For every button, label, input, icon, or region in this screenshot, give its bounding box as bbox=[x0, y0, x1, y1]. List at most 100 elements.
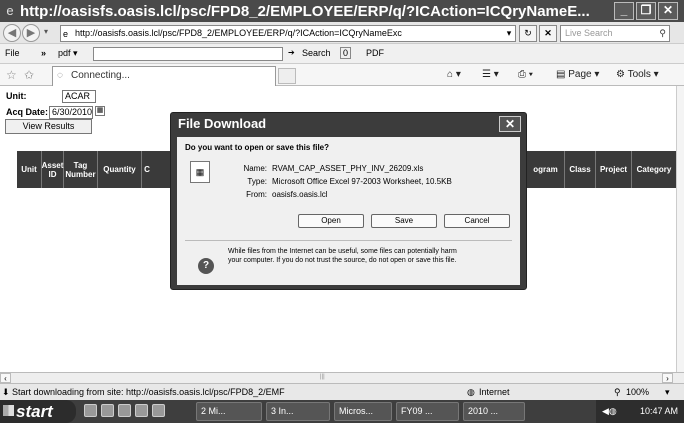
taskbar-item-ie[interactable]: 3 In... bbox=[266, 402, 330, 421]
warning-shield-icon: ? bbox=[198, 258, 214, 274]
toolbar-search-button[interactable]: Search bbox=[302, 48, 331, 58]
type-label: Type: bbox=[247, 177, 267, 186]
horizontal-scrollbar[interactable]: ‹ ||| › bbox=[0, 372, 684, 383]
scroll-grip-icon[interactable]: ||| bbox=[320, 374, 325, 380]
add-favorites-icon[interactable]: ✩ bbox=[24, 68, 34, 82]
page-icon: ▤ bbox=[556, 69, 569, 80]
clock: 10:47 AM bbox=[640, 406, 679, 416]
quick-launch bbox=[84, 404, 212, 419]
unit-field[interactable]: ACAR bbox=[62, 90, 96, 103]
home-icon[interactable]: ⌂ ▾ bbox=[447, 69, 461, 80]
column-header-category[interactable]: Category bbox=[632, 151, 676, 188]
live-search-placeholder: Live Search bbox=[565, 28, 613, 38]
file-name: RVAM_CAP_ASSET_PHY_INV_26209.xls bbox=[272, 164, 424, 173]
status-bar: ⬇ Start downloading from site: http://oa… bbox=[0, 383, 684, 400]
search-count-badge: 0 bbox=[340, 47, 352, 59]
app-quicklaunch-icon[interactable] bbox=[135, 404, 148, 417]
taskbar-item-fy09[interactable]: FY09 ... bbox=[396, 402, 459, 421]
refresh-button[interactable]: ↻ bbox=[519, 25, 537, 42]
dialog-title: File Download bbox=[178, 116, 267, 131]
column-header-asset-id[interactable]: Asset ID bbox=[42, 151, 64, 188]
address-dropdown-chevron-icon[interactable]: ▾ bbox=[503, 26, 515, 41]
dialog-divider bbox=[185, 240, 512, 241]
address-field[interactable]: e http://oasisfs.oasis.lcl/psc/FPD8_2/EM… bbox=[60, 25, 516, 42]
view-results-button[interactable]: View Results bbox=[5, 119, 92, 134]
file-type: Microsoft Office Excel 97-2003 Worksheet… bbox=[272, 177, 452, 186]
column-header-unit[interactable]: Unit bbox=[17, 151, 42, 188]
back-button[interactable]: ◀ bbox=[3, 24, 21, 42]
zoom-dropdown-icon[interactable]: ▾ bbox=[665, 387, 670, 398]
ie-quicklaunch-icon[interactable] bbox=[84, 404, 97, 417]
zoom-icon: ⚲ bbox=[614, 387, 621, 397]
column-header-tag-number[interactable]: Tag Number bbox=[64, 151, 98, 188]
pdf-button[interactable]: PDF bbox=[366, 48, 384, 58]
column-header-quantity[interactable]: Quantity bbox=[98, 151, 142, 188]
address-row: ◀ ▶ ▾ e http://oasisfs.oasis.lcl/psc/FPD… bbox=[0, 22, 684, 44]
tab-row: ☆ ✩ ◌ Connecting... ⌂ ▾ ☰ ▾ ⎙ ▾ ▤ Page ▾… bbox=[0, 64, 684, 86]
cancel-button[interactable]: Cancel bbox=[444, 214, 510, 228]
column-header-class[interactable]: Class bbox=[565, 151, 596, 188]
start-label: start bbox=[16, 402, 53, 421]
name-label: Name: bbox=[243, 164, 267, 173]
zoom-level[interactable]: 100% bbox=[626, 387, 649, 397]
windows-taskbar: start 2 Mi... 3 In... Micros... FY09 ...… bbox=[0, 400, 684, 423]
tools-menu[interactable]: ⚙ Tools ▾ bbox=[616, 69, 659, 80]
system-tray: ◀◍ 10:47 AM bbox=[596, 400, 684, 423]
dialog-warning: While files from the Internet can be use… bbox=[228, 247, 516, 265]
recent-pages-dropdown[interactable]: ▾ bbox=[44, 27, 48, 36]
close-window-button[interactable]: ✕ bbox=[658, 2, 678, 20]
taskbar-item-microsoft[interactable]: Micros... bbox=[334, 402, 392, 421]
column-header-program[interactable]: ogram bbox=[527, 151, 565, 188]
globe-icon: ◍ bbox=[467, 387, 475, 397]
toolbar-chevron-icon[interactable]: » bbox=[41, 48, 46, 58]
taskbar-item-2010[interactable]: 2010 ... bbox=[463, 402, 525, 421]
start-button[interactable]: start bbox=[0, 400, 76, 423]
taskbar-item-mail[interactable]: 2 Mi... bbox=[196, 402, 262, 421]
windows-flag-icon bbox=[3, 405, 14, 416]
warning-line-2: your computer. If you do not trust the s… bbox=[228, 257, 457, 264]
browser-screen: e http://oasisfs.oasis.lcl/psc/FPD8_2/EM… bbox=[0, 0, 684, 423]
column-header-truncated[interactable]: C bbox=[142, 151, 152, 188]
tray-network-icon[interactable]: ◀◍ bbox=[602, 400, 617, 423]
toolbar-search-box[interactable] bbox=[93, 47, 283, 61]
tab-connecting[interactable]: ◌ Connecting... bbox=[52, 66, 276, 86]
page-menu[interactable]: ▤ Page ▾ bbox=[556, 69, 599, 80]
outlook-quicklaunch-icon[interactable] bbox=[101, 404, 114, 417]
scroll-left-icon[interactable]: ‹ bbox=[0, 373, 11, 383]
security-zone: Internet bbox=[479, 387, 510, 397]
warning-line-1: While files from the Internet can be use… bbox=[228, 248, 457, 255]
app2-quicklaunch-icon[interactable] bbox=[152, 404, 165, 417]
scroll-right-icon[interactable]: › bbox=[662, 373, 673, 383]
download-icon: ⬇ bbox=[2, 387, 10, 397]
window-title: http://oasisfs.oasis.lcl/psc/FPD8_2/EMPL… bbox=[20, 2, 590, 20]
ie-logo-icon: e bbox=[6, 3, 14, 18]
address-url: http://oasisfs.oasis.lcl/psc/FPD8_2/EMPL… bbox=[75, 28, 402, 38]
stop-button[interactable]: ✕ bbox=[539, 25, 557, 42]
favorites-star-icon[interactable]: ☆ bbox=[6, 68, 17, 82]
new-tab-button[interactable] bbox=[278, 68, 296, 84]
print-icon[interactable]: ⎙ ▾ bbox=[518, 69, 533, 80]
excel-file-icon: ▦ bbox=[190, 161, 210, 183]
pdf-menu[interactable]: pdf ▾ bbox=[58, 48, 78, 59]
forward-button[interactable]: ▶ bbox=[22, 24, 40, 42]
open-button[interactable]: Open bbox=[298, 214, 364, 228]
vertical-scrollbar[interactable] bbox=[676, 86, 684, 372]
go-arrow-icon[interactable]: ➔ bbox=[288, 48, 295, 57]
column-header-project[interactable]: Project bbox=[596, 151, 632, 188]
feeds-icon[interactable]: ☰ ▾ bbox=[482, 69, 499, 80]
live-search-input[interactable]: Live Search ⚲ bbox=[560, 25, 670, 42]
restore-button[interactable]: ❐ bbox=[636, 2, 656, 20]
tab-label: Connecting... bbox=[71, 70, 130, 81]
page-icon: e bbox=[63, 29, 69, 39]
dialog-close-button[interactable]: ✕ bbox=[499, 116, 521, 132]
file-menu[interactable]: File bbox=[5, 48, 20, 58]
acq-date-field[interactable]: 6/30/2010 bbox=[49, 106, 93, 119]
dialog-body: Do you want to open or save this file? ▦… bbox=[177, 137, 520, 285]
desktop-quicklaunch-icon[interactable] bbox=[118, 404, 131, 417]
calendar-icon[interactable]: ▦ bbox=[95, 106, 105, 116]
save-button[interactable]: Save bbox=[371, 214, 437, 228]
acq-date-label: Acq Date: bbox=[6, 107, 49, 117]
minimize-button[interactable]: _ bbox=[614, 2, 634, 20]
search-icon[interactable]: ⚲ bbox=[659, 26, 666, 41]
tools-menu-label: Tools ▾ bbox=[627, 69, 659, 80]
